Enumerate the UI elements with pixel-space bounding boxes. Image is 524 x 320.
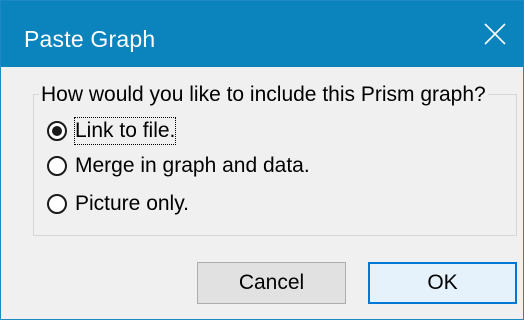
title-bar: Paste Graph bbox=[1, 1, 523, 67]
group-legend: How would you like to include this Prism… bbox=[39, 81, 488, 109]
radio-option-link-to-file[interactable]: Link to file. bbox=[47, 117, 177, 145]
paste-graph-dialog: Paste Graph How would you like to includ… bbox=[0, 0, 524, 320]
radio-button[interactable] bbox=[47, 194, 67, 214]
ok-button[interactable]: OK bbox=[368, 262, 517, 304]
cancel-button[interactable]: Cancel bbox=[197, 262, 346, 304]
radio-selected-dot bbox=[52, 126, 62, 136]
radio-option-merge-graph-data[interactable]: Merge in graph and data. bbox=[47, 152, 310, 180]
close-button[interactable] bbox=[467, 1, 523, 67]
close-icon bbox=[484, 23, 506, 45]
radio-label-merge-graph-data: Merge in graph and data. bbox=[75, 154, 310, 177]
radio-label-link-to-file: Link to file. bbox=[73, 117, 177, 145]
radio-button[interactable] bbox=[47, 121, 67, 141]
radio-label-picture-only: Picture only. bbox=[75, 192, 189, 215]
radio-option-picture-only[interactable]: Picture only. bbox=[47, 190, 189, 218]
dialog-title: Paste Graph bbox=[24, 26, 156, 52]
radio-button[interactable] bbox=[47, 156, 67, 176]
